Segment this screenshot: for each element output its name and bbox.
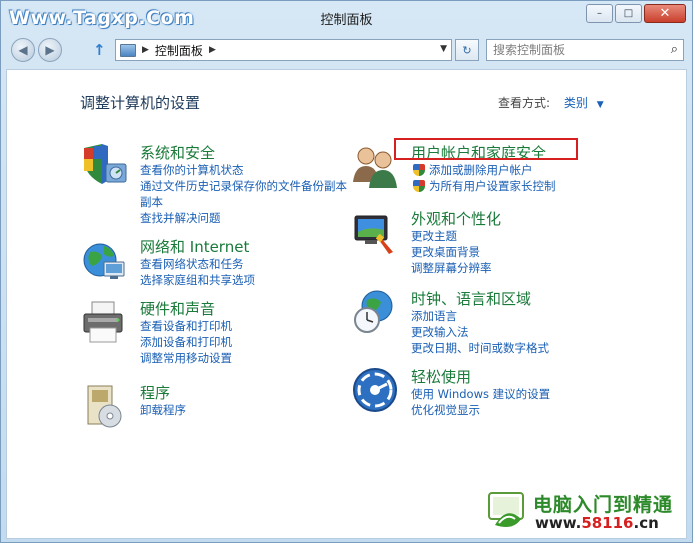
- chevron-down-icon[interactable]: ▼: [597, 100, 604, 110]
- group-links: 卸载程序: [140, 402, 186, 418]
- refresh-icon: ↻: [462, 43, 472, 57]
- link-windows-recommended-settings[interactable]: 使用 Windows 建议的设置: [411, 386, 550, 402]
- arrow-up-icon: ↑: [93, 41, 106, 59]
- link-change-theme[interactable]: 更改主题: [411, 228, 492, 244]
- brand-url-suffix: .cn: [633, 514, 659, 532]
- link-network-status[interactable]: 查看网络状态和任务: [140, 256, 255, 272]
- link-file-history-copy[interactable]: 副本: [140, 194, 347, 210]
- link-view-computer-status[interactable]: 查看你的计算机状态: [140, 162, 347, 178]
- control-panel-window: Www.Tagxp.Com 控制面板 – □ ✕ ◀ ▶ ↑ ▶ 控制面板 ▶ …: [0, 0, 693, 543]
- group-links: 查看设备和打印机 添加设备和打印机 调整常用移动设置: [140, 318, 232, 366]
- link-troubleshoot[interactable]: 查找并解决问题: [140, 210, 347, 226]
- group-title-appearance[interactable]: 外观和个性化: [411, 208, 501, 229]
- link-add-remove-accounts[interactable]: 添加或删除用户帐户: [411, 162, 556, 178]
- view-by: 查看方式: 类别 ▼: [498, 94, 604, 111]
- link-change-date-time-format[interactable]: 更改日期、时间或数字格式: [411, 340, 549, 356]
- forward-button[interactable]: ▶: [38, 38, 62, 62]
- brand-watermark: 电脑入门到精通 www.58116.cn: [487, 487, 687, 539]
- link-add-device[interactable]: 添加设备和打印机: [140, 334, 232, 350]
- content-pane: 调整计算机的设置 查看方式: 类别 ▼ 系统和安全 查看你的计算机状态 通过文件…: [6, 69, 687, 539]
- link-mobility-settings[interactable]: 调整常用移动设置: [140, 350, 232, 366]
- link-uninstall-program[interactable]: 卸载程序: [140, 402, 186, 418]
- group-links: 添加语言 更改输入法 更改日期、时间或数字格式: [411, 308, 549, 356]
- ease-of-access-icon: [353, 368, 397, 412]
- arrow-left-icon: ◀: [18, 43, 28, 57]
- up-button[interactable]: ↑: [93, 41, 106, 59]
- view-by-select[interactable]: 类别: [564, 96, 588, 110]
- globe-network-icon: [83, 243, 125, 279]
- link-view-devices-printers[interactable]: 查看设备和打印机: [140, 318, 232, 334]
- link-change-desktop-background[interactable]: 更改桌面背景: [411, 244, 492, 260]
- group-title-network-internet[interactable]: 网络和 Internet: [140, 236, 249, 257]
- brand-name: 电脑入门到精通: [533, 494, 674, 516]
- group-links: 更改主题 更改桌面背景 调整屏幕分辨率: [411, 228, 492, 276]
- link-parental-controls[interactable]: 为所有用户设置家长控制: [411, 178, 556, 194]
- globe-clock-icon: [354, 290, 393, 333]
- search-input[interactable]: [487, 43, 657, 57]
- shield-icon: [84, 144, 127, 184]
- printer-icon: [83, 301, 123, 343]
- brand-url-prefix: www.: [535, 514, 582, 532]
- group-links: 使用 Windows 建议的设置 优化视觉显示: [411, 386, 550, 418]
- group-title-programs[interactable]: 程序: [140, 382, 170, 403]
- group-title-ease-of-access[interactable]: 轻松使用: [411, 366, 471, 387]
- breadcrumb-separator-icon[interactable]: ▶: [209, 45, 216, 55]
- brand-url-number: 58116: [581, 514, 634, 532]
- search-icon[interactable]: ⌕: [671, 42, 678, 57]
- arrow-right-icon: ▶: [45, 43, 55, 57]
- view-by-label: 查看方式:: [498, 96, 551, 110]
- breadcrumb-control-panel[interactable]: 控制面板: [155, 42, 203, 59]
- window-controls: – □ ✕: [586, 4, 686, 23]
- search-box[interactable]: ⌕: [486, 39, 684, 61]
- maximize-button[interactable]: □: [615, 4, 642, 23]
- link-optimize-visual-display[interactable]: 优化视觉显示: [411, 402, 550, 418]
- programs-icon: [87, 385, 122, 428]
- group-links: 查看你的计算机状态 通过文件历史记录保存你的文件备份副本 副本 查找并解决问题: [140, 162, 347, 226]
- group-title-system-security[interactable]: 系统和安全: [140, 142, 215, 163]
- navigation-bar: ◀ ▶ ↑ ▶ 控制面板 ▶ ▼ ↻ ⌕: [11, 37, 686, 63]
- address-dropdown-icon[interactable]: ▼: [440, 44, 447, 54]
- link-file-history[interactable]: 通过文件历史记录保存你的文件备份副本: [140, 178, 347, 194]
- group-title-user-accounts[interactable]: 用户帐户和家庭安全: [411, 142, 546, 163]
- monitor-brush-icon: [354, 215, 393, 254]
- group-title-hardware-sound[interactable]: 硬件和声音: [140, 298, 215, 319]
- address-bar[interactable]: ▶ 控制面板 ▶ ▼: [115, 39, 452, 61]
- refresh-button[interactable]: ↻: [455, 39, 479, 61]
- control-panel-icon: [120, 43, 136, 57]
- link-add-language[interactable]: 添加语言: [411, 308, 549, 324]
- back-button[interactable]: ◀: [11, 38, 35, 62]
- brand-logo-icon: [488, 492, 524, 527]
- link-homegroup[interactable]: 选择家庭组和共享选项: [140, 272, 255, 288]
- page-heading: 调整计算机的设置: [80, 94, 201, 112]
- link-adjust-resolution[interactable]: 调整屏幕分辨率: [411, 260, 492, 276]
- group-title-clock-language-region[interactable]: 时钟、语言和区域: [411, 288, 531, 309]
- link-change-input-method[interactable]: 更改输入法: [411, 324, 549, 340]
- close-button[interactable]: ✕: [644, 4, 686, 23]
- breadcrumb-separator-icon: ▶: [142, 45, 149, 55]
- group-links: 添加或删除用户帐户 为所有用户设置家长控制: [411, 162, 556, 194]
- minimize-button[interactable]: –: [586, 4, 613, 23]
- group-links: 查看网络状态和任务 选择家庭组和共享选项: [140, 256, 255, 288]
- brand-url: www.58116.cn: [535, 514, 659, 532]
- users-icon: [353, 147, 397, 188]
